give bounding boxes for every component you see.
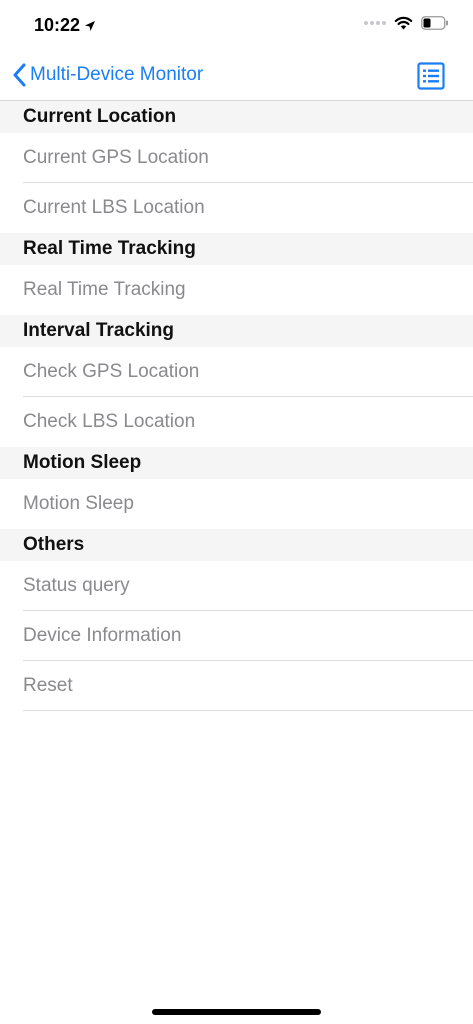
chevron-left-icon	[13, 63, 26, 87]
list-icon[interactable]	[417, 62, 445, 90]
row-reset[interactable]: Reset	[0, 661, 473, 711]
cellular-signal-icon	[364, 21, 386, 25]
row-current-lbs-location[interactable]: Current LBS Location	[0, 183, 473, 233]
status-bar: 10:22	[0, 0, 473, 50]
battery-icon	[421, 16, 448, 30]
screen: 10:22 Multi-Device Monitor Current Locat…	[0, 0, 473, 1024]
status-time: 10:22	[34, 15, 96, 36]
section-header-motion-sleep: Motion Sleep	[0, 447, 473, 479]
clock-label: 10:22	[34, 15, 81, 35]
row-check-gps-location[interactable]: Check GPS Location	[0, 347, 473, 397]
settings-table: Current Location Current GPS Location Cu…	[0, 101, 473, 711]
location-arrow-icon	[85, 20, 96, 31]
row-check-lbs-location[interactable]: Check LBS Location	[0, 397, 473, 447]
back-button-label: Multi-Device Monitor	[30, 64, 204, 85]
section-header-others: Others	[0, 529, 473, 561]
row-real-time-tracking[interactable]: Real Time Tracking	[0, 265, 473, 315]
back-button[interactable]: Multi-Device Monitor	[12, 63, 203, 87]
row-device-information[interactable]: Device Information	[0, 611, 473, 661]
row-status-query[interactable]: Status query	[0, 561, 473, 611]
row-current-gps-location[interactable]: Current GPS Location	[0, 133, 473, 183]
section-header-current-location: Current Location	[0, 101, 473, 133]
section-header-interval-tracking: Interval Tracking	[0, 315, 473, 347]
section-header-real-time-tracking: Real Time Tracking	[0, 233, 473, 265]
wifi-icon	[394, 16, 413, 30]
navigation-bar: Multi-Device Monitor	[0, 50, 473, 101]
home-indicator[interactable]	[152, 1009, 321, 1015]
status-icons	[364, 16, 449, 30]
row-motion-sleep[interactable]: Motion Sleep	[0, 479, 473, 529]
